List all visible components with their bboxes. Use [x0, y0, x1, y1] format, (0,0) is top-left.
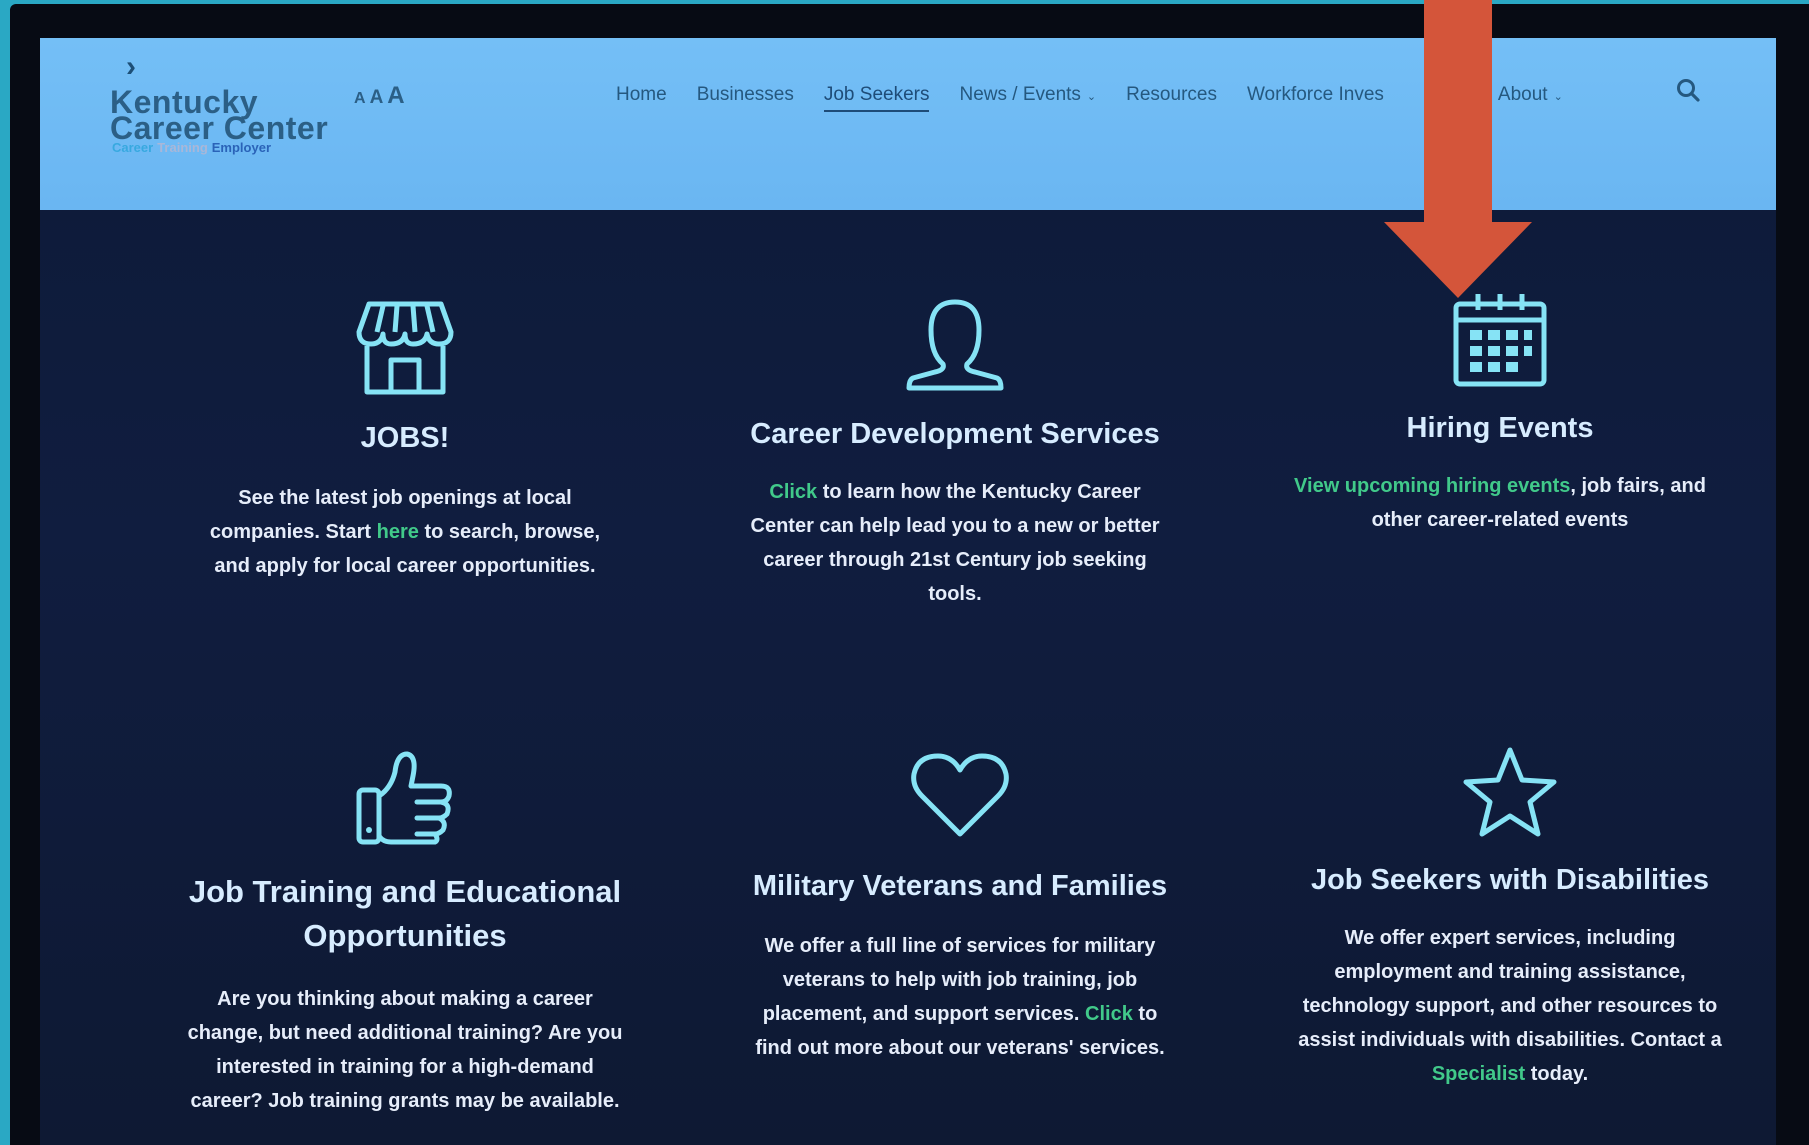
logo-tagline: Career Training Employer [112, 140, 271, 155]
card-training-title-line1: Job Training and Educational [188, 874, 622, 909]
card-military-title: Military Veterans and Families [752, 870, 1168, 902]
card-hiring-line1-post: , job fairs, and [1570, 475, 1706, 497]
chevron-down-icon: ⌄ [1553, 91, 1563, 103]
card-military-click-link[interactable]: Click [1085, 1003, 1133, 1025]
card-disabilities-title: Job Seekers with Disabilities [1310, 864, 1710, 896]
nav-item-home[interactable]: Home [616, 84, 667, 112]
site-logo[interactable]: › Kentucky Career Center Career Training E… [110, 50, 330, 180]
font-size-controls: AAA [354, 82, 409, 110]
font-size-large-button[interactable]: A [387, 82, 404, 109]
card-training-title-line2: Opportunities [303, 918, 507, 953]
logo-chevron-icon: › [126, 50, 136, 83]
nav-item-workforce-label: Workforce Inves [1246, 84, 1384, 105]
card-disabilities-line5-post: today. [1525, 1063, 1589, 1085]
card-career-text: Click to learn how the Kentucky Career C… [680, 475, 1230, 611]
card-military-line3-pre: placement, and support services. [762, 1003, 1086, 1025]
red-arrow-annotation-icon [1384, 0, 1532, 298]
card-jobs-line2-post: to search, browse, [418, 521, 601, 543]
search-icon[interactable] [1674, 76, 1704, 106]
card-training-title: Job Training and Educational Opportuniti… [125, 870, 685, 958]
logo-tag-employer: Employer [211, 140, 272, 155]
card-disabilities: Job Seekers with Disabilities We offer e… [1230, 744, 1776, 1091]
card-jobs-line2-pre: companies. Start [209, 521, 377, 543]
card-career-line1-post: to learn how the Kentucky Career [817, 481, 1141, 503]
logo-tag-training: Training [157, 140, 208, 155]
card-disabilities-line1: We offer expert services, including [1344, 927, 1676, 949]
card-training-line4: career? Job training grants may be avail… [190, 1090, 620, 1112]
card-disabilities-text: We offer expert services, including empl… [1230, 921, 1776, 1091]
card-hiring-events-link[interactable]: View upcoming hiring events [1294, 475, 1570, 497]
chevron-down-icon: ⌄ [1086, 91, 1097, 103]
person-icon [680, 296, 1230, 396]
card-disabilities-line4: assist individuals with disabilities. Co… [1298, 1029, 1722, 1051]
nav-item-news-events-label: News / Events [959, 84, 1081, 105]
card-training-line3: interested in training for a high-demand [216, 1056, 594, 1078]
card-hiring-text: View upcoming hiring events, job fairs, … [1220, 469, 1776, 537]
card-disabilities-line2: employment and training assistance, [1334, 961, 1686, 983]
card-military-line3-post: to [1132, 1003, 1158, 1025]
card-career-development: Career Development Services Click to lea… [680, 296, 1230, 611]
card-jobs-here-link[interactable]: here [377, 521, 419, 543]
card-job-training: Job Training and Educational Opportuniti… [125, 748, 685, 1118]
card-training-line1: Are you thinking about making a career [217, 988, 593, 1010]
card-hiring-title: Hiring Events [1406, 412, 1594, 444]
nav-item-job-seekers[interactable]: Job Seekers [823, 84, 930, 112]
font-size-small-button[interactable]: A [354, 90, 366, 107]
card-career-line4: tools. [928, 583, 982, 605]
card-jobs-line1: See the latest job openings at local [238, 487, 572, 509]
card-military-veterans: Military Veterans and Families We offer … [680, 750, 1240, 1065]
card-career-click-link[interactable]: Click [769, 481, 817, 503]
card-career-line2: Center can help lead you to a new or bet… [750, 515, 1160, 537]
star-icon [1230, 744, 1776, 840]
calendar-icon [1220, 290, 1776, 390]
card-military-line2: veterans to help with job training, job [782, 969, 1138, 991]
card-disabilities-line3: technology support, and other resources … [1302, 995, 1718, 1017]
card-training-line2: change, but need additional training? Ar… [187, 1022, 623, 1044]
nav-item-news-events[interactable]: News / Events ⌄ [959, 84, 1096, 112]
thumbs-up-icon [125, 748, 685, 848]
card-jobs-line3: and apply for local career opportunities… [214, 555, 596, 577]
card-jobs-text: See the latest job openings at local com… [150, 481, 660, 583]
card-military-text: We offer a full line of services for mil… [680, 929, 1240, 1065]
card-military-line4: find out more about our veterans' servic… [755, 1037, 1165, 1059]
heart-icon [680, 750, 1240, 840]
card-training-text: Are you thinking about making a career c… [125, 982, 685, 1118]
card-disabilities-specialist-link[interactable]: Specialist [1432, 1063, 1525, 1085]
card-career-line3: career through 21st Century job seeking [763, 549, 1147, 571]
nav-item-resources[interactable]: Resources [1126, 84, 1217, 112]
nav-item-businesses[interactable]: Businesses [697, 84, 794, 112]
card-hiring-events: Hiring Events View upcoming hiring event… [1220, 290, 1776, 537]
card-jobs: JOBS! See the latest job openings at loc… [150, 298, 660, 583]
font-size-medium-button[interactable]: A [370, 87, 384, 108]
card-jobs-title: JOBS! [360, 422, 450, 454]
card-career-title: Career Development Services [750, 418, 1160, 450]
storefront-icon [150, 298, 660, 398]
card-hiring-line2: other career-related events [1371, 509, 1629, 531]
card-military-line1: We offer a full line of services for mil… [764, 935, 1156, 957]
logo-tag-career: Career [112, 140, 154, 155]
